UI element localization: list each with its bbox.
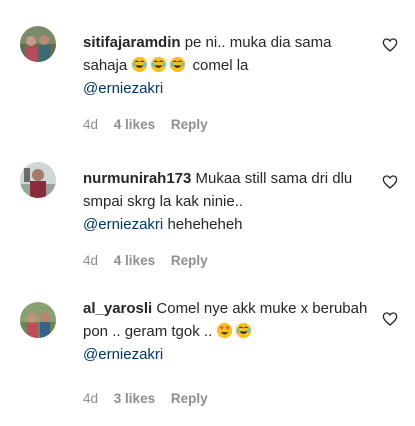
mention-link[interactable]: @erniezakri [83,346,163,363]
comment-time[interactable]: 4d [83,391,98,406]
avatar[interactable] [20,26,56,62]
comment-time[interactable]: 4d [83,117,98,132]
comment-username[interactable]: sitifajaramdin [83,34,181,51]
heart-icon[interactable] [382,174,398,190]
laughing-tears-emoji-icon [170,56,186,73]
laughing-tears-emoji-icon [132,56,148,73]
heart-eyes-emoji-icon [217,322,233,339]
comment-username[interactable]: nurmunirah173 [83,170,191,187]
comment-text: sitifajaramdin pe ni.. muka dia sama sah… [83,31,373,100]
laughing-tears-emoji-icon [236,322,252,339]
comment-text: nurmunirah173 Mukaa still sama dri dlu s… [83,167,373,236]
avatar[interactable] [20,302,56,338]
mention-link[interactable]: @erniezakri [83,80,163,97]
laughing-tears-emoji-icon [151,56,167,73]
likes-count[interactable]: 4 likes [114,253,155,268]
comment-meta: 4d 4 likes Reply [83,117,220,132]
comment-content-after: comel la [192,57,249,74]
reply-button[interactable]: Reply [171,117,208,132]
mention-link[interactable]: @erniezakri [83,216,163,233]
likes-count[interactable]: 3 likes [114,391,155,406]
comment-username[interactable]: al_yarosli [83,300,152,317]
avatar[interactable] [20,162,56,198]
heart-icon[interactable] [382,37,398,53]
reply-button[interactable]: Reply [171,253,208,268]
comment-content-after: heheheheh [167,216,243,233]
comment-meta: 4d 3 likes Reply [83,391,220,406]
reply-button[interactable]: Reply [171,391,208,406]
comment-meta: 4d 4 likes Reply [83,253,220,268]
comment-text: al_yarosli Comel nye akk muke x berubah … [83,297,373,366]
comment-time[interactable]: 4d [83,253,98,268]
likes-count[interactable]: 4 likes [114,117,155,132]
heart-icon[interactable] [382,311,398,327]
